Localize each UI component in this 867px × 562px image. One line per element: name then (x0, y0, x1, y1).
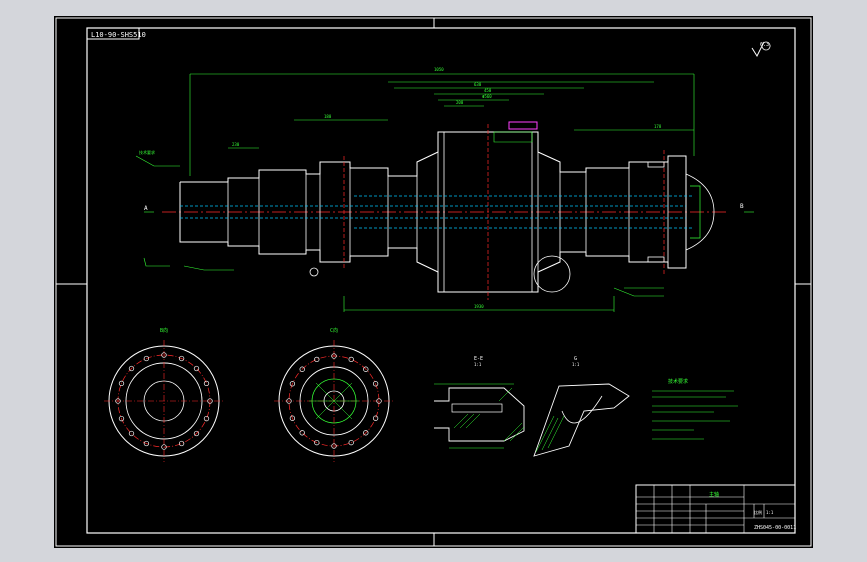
outer-border (55, 17, 812, 547)
svg-text:Φ560: Φ560 (482, 94, 492, 99)
drawing-number: ZHS045-00-0011 (754, 525, 796, 531)
svg-text:178: 178 (654, 124, 662, 129)
svg-text:技术要求: 技术要求 (139, 149, 155, 155)
inner-border (86, 27, 796, 534)
technical-notes: 技术要求 (652, 378, 738, 440)
detail-circle-g (533, 255, 571, 293)
section-ee: E-E 1:1 (434, 356, 525, 449)
bolt-hole (372, 415, 379, 421)
svg-text:200: 200 (456, 100, 464, 105)
view-arrow-right: B (740, 203, 744, 210)
view-arrow-left: A (144, 205, 148, 212)
bolt-hole (193, 365, 200, 372)
svg-text:230: 230 (232, 142, 240, 147)
cad-viewport[interactable]: L10-90-SHS510 6.3 1050 630 450 Φ560 200 … (54, 16, 813, 548)
svg-text:1050: 1050 (434, 67, 444, 72)
svg-text:比例: 比例 (754, 509, 762, 515)
bolt-hole (314, 356, 320, 363)
drawing-sheet: L10-90-SHS510 6.3 1050 630 450 Φ560 200 … (55, 17, 812, 547)
roughness-symbol: 6.3 (751, 41, 771, 58)
keyway-top (508, 121, 538, 130)
flange-view-right (274, 340, 394, 462)
svg-text:1930: 1930 (474, 304, 484, 309)
svg-text:450: 450 (484, 88, 492, 93)
svg-text:1:1: 1:1 (766, 510, 774, 515)
svg-text:6.3: 6.3 (760, 42, 769, 48)
svg-text:技术要求: 技术要求 (668, 378, 688, 385)
svg-text:1:1: 1:1 (474, 362, 482, 367)
bolt-hole (203, 380, 210, 387)
bolt-hole (203, 415, 210, 422)
shaft-main-view (162, 121, 729, 300)
bolt-hole (128, 430, 135, 437)
flange-right-label: C向 (330, 327, 338, 334)
dimension-lines (135, 73, 754, 312)
bolt-hole (178, 440, 185, 447)
drawing-stamp: L10-90-SHS510 (91, 31, 146, 39)
svg-text:1:1: 1:1 (572, 362, 580, 367)
flange-view-left (104, 340, 224, 462)
detail-g: G 1:1 (533, 356, 630, 457)
bolt-hole (299, 430, 305, 436)
svg-text:180: 180 (324, 114, 332, 119)
title-block: 主轴 比例 1:1 ZHS045-00-0011 (635, 484, 796, 534)
flange-left-label: B向 (160, 327, 168, 334)
svg-text:630: 630 (474, 82, 482, 87)
bolt-hole (348, 356, 354, 363)
title-text: 主轴 (709, 491, 719, 498)
